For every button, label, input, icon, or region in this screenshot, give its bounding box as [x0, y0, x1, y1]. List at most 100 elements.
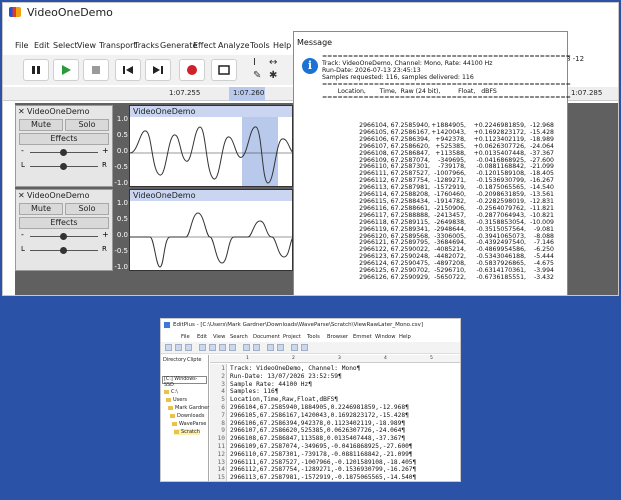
- pan-slider-knob[interactable]: [60, 247, 67, 254]
- editor-line[interactable]: 5 Location,Time,Raw,Float,dBFS¶: [210, 396, 460, 404]
- editor-line[interactable]: 3 Sample Rate: 44100 Hz¶: [210, 380, 460, 389]
- editor-text[interactable]: 1 Track: VideoOneDemo, Channel: Mono¶ 2 Run…: [210, 365, 460, 481]
- draw-tool-icon[interactable]: ✎: [253, 70, 261, 81]
- tree-item-label: Scratch: [181, 429, 200, 435]
- open-file-icon[interactable]: [175, 344, 182, 351]
- solo-button[interactable]: Solo: [65, 119, 109, 131]
- editor-line[interactable]: 13 2966111,67.2587527,-1007966,-0.1201589…: [210, 458, 460, 467]
- redo-icon[interactable]: [253, 344, 260, 351]
- ep-menu-browser[interactable]: Browser: [327, 334, 348, 340]
- stop-button[interactable]: [83, 59, 109, 81]
- loop-button[interactable]: [211, 59, 237, 81]
- menu-help[interactable]: Help: [273, 41, 291, 50]
- drive-select[interactable]: [C:] Windows-SSD: [162, 376, 207, 388]
- folder-icon: [166, 397, 171, 402]
- editplus-logo-icon: [164, 322, 170, 328]
- ep-menu-emmet[interactable]: Emmet: [353, 334, 372, 340]
- menu-tracks[interactable]: Tracks: [134, 41, 159, 50]
- cut-icon[interactable]: [209, 344, 216, 351]
- ep-menu-view[interactable]: View: [213, 334, 225, 340]
- editor-line[interactable]: 14 2966112,67.2587754,-1289271,-0.1536930…: [210, 466, 460, 474]
- amplitude-scale: 1.0 0.5 0.0 -0.5 -1.0: [114, 115, 128, 189]
- editor-line[interactable]: 1 Track: VideoOneDemo, Channel: Mono¶: [210, 365, 460, 373]
- scale-label: 0.5: [116, 215, 128, 223]
- menu-select[interactable]: Select: [53, 41, 78, 50]
- ep-menu-project[interactable]: Project: [283, 334, 301, 340]
- info-icon: i: [302, 58, 318, 74]
- editor-line[interactable]: 8 2966106,67.2586394,942378,0.1123402119,…: [210, 420, 460, 428]
- ruler-mark: 3: [338, 356, 341, 361]
- multi-tool-icon[interactable]: ✱: [269, 70, 277, 81]
- ep-menu-window[interactable]: Window: [375, 334, 395, 340]
- save-icon[interactable]: [185, 344, 192, 351]
- editor-line[interactable]: 6 2966104,67.2585940,1884905,0.2246981859…: [210, 404, 460, 412]
- tree-item[interactable]: Mark Gardner: [168, 405, 209, 411]
- menu-transport[interactable]: Transport: [99, 41, 137, 50]
- track-close-icon[interactable]: ✕: [18, 107, 25, 116]
- ep-menu-search[interactable]: Search: [230, 334, 248, 340]
- replace-icon[interactable]: [277, 344, 284, 351]
- skip-start-button[interactable]: [115, 59, 141, 81]
- new-file-icon[interactable]: [165, 344, 172, 351]
- menu-analyze[interactable]: Analyze: [218, 41, 250, 50]
- tree-item[interactable]: C:\: [164, 389, 178, 395]
- editor-line[interactable]: 15 2966113,67.2587981,-1572919,-0.1875065…: [210, 474, 460, 481]
- editor-line[interactable]: 10 2966108,67.2586847,113588,0.0135407448…: [210, 435, 460, 443]
- menu-generate[interactable]: Generate: [160, 41, 197, 50]
- menu-edit[interactable]: Edit: [34, 41, 50, 50]
- envelope-tool-icon[interactable]: ↔: [269, 57, 277, 68]
- effects-button[interactable]: Effects: [19, 133, 109, 145]
- menu-file[interactable]: File: [15, 41, 28, 50]
- tree-item[interactable]: Users: [166, 397, 187, 403]
- pause-button[interactable]: [23, 59, 49, 81]
- clip-name[interactable]: VideoOneDemo: [130, 190, 292, 201]
- track-close-icon[interactable]: ✕: [18, 191, 25, 200]
- print-icon[interactable]: [199, 344, 206, 351]
- editor-line[interactable]: 12 2966110,67.2587301,-739178,-0.08811688…: [210, 451, 460, 459]
- menu-tools[interactable]: Tools: [250, 41, 270, 50]
- solo-button[interactable]: Solo: [65, 203, 109, 215]
- track-name[interactable]: VideoOneDemo: [27, 191, 89, 200]
- track-name[interactable]: VideoOneDemo: [27, 107, 89, 116]
- play-button[interactable]: [53, 59, 79, 81]
- ep-menu-tools[interactable]: Tools: [307, 334, 320, 340]
- ep-menu-help[interactable]: Help: [399, 334, 411, 340]
- line-text: 2966111,67.2587527,-1007966,-0.120158910…: [230, 458, 417, 466]
- editor-line[interactable]: 7 2966105,67.2586167,1420043,0.1692823172…: [210, 412, 460, 420]
- editor-line[interactable]: 9 2966107,67.2586620,525385,0.0626307726,…: [210, 427, 460, 435]
- find-icon[interactable]: [267, 344, 274, 351]
- ep-menu-file[interactable]: File: [181, 334, 190, 340]
- tree-item[interactable]: Downloads: [170, 413, 204, 419]
- menu-effect[interactable]: Effect: [193, 41, 216, 50]
- gain-slider-knob[interactable]: [60, 233, 67, 240]
- copy-icon[interactable]: [219, 344, 226, 351]
- menu-view[interactable]: View: [77, 41, 96, 50]
- gain-slider-knob[interactable]: [60, 149, 67, 156]
- tab-cliptext[interactable]: Clipte: [187, 357, 201, 363]
- word-wrap-icon[interactable]: [291, 344, 298, 351]
- tree-item-selected[interactable]: Scratch: [174, 429, 200, 435]
- editor-line[interactable]: 4 Samples: 116¶: [210, 388, 460, 396]
- browser-icon[interactable]: [301, 344, 308, 351]
- undo-icon[interactable]: [243, 344, 250, 351]
- record-button[interactable]: [179, 59, 205, 81]
- mute-button[interactable]: Mute: [19, 203, 63, 215]
- ep-menu-edit[interactable]: Edit: [197, 334, 207, 340]
- editor-line[interactable]: 2 Run-Date: 13/07/2026 23:52:59¶: [210, 373, 460, 381]
- waveform-clip[interactable]: VideoOneDemo: [129, 189, 294, 271]
- tab-directory[interactable]: Directory: [163, 357, 186, 363]
- pan-slider-knob[interactable]: [60, 163, 67, 170]
- select-tool-icon[interactable]: I: [253, 57, 256, 68]
- mute-button[interactable]: Mute: [19, 119, 63, 131]
- message-cell: -0.6736185551,: [476, 273, 526, 281]
- paste-icon[interactable]: [229, 344, 236, 351]
- skip-end-button[interactable]: [145, 59, 171, 81]
- editor-line[interactable]: 11 2966109,67.2587074,-349695,-0.04168689…: [210, 443, 460, 451]
- tree-item[interactable]: WaveParse: [172, 421, 206, 427]
- waveform-clip[interactable]: VideoOneDemo: [129, 105, 294, 187]
- effects-button[interactable]: Effects: [19, 217, 109, 229]
- clip-name[interactable]: VideoOneDemo: [130, 106, 292, 117]
- line-number: 3: [221, 380, 225, 388]
- ep-menu-document[interactable]: Document: [253, 334, 280, 340]
- stop-icon: [92, 66, 100, 74]
